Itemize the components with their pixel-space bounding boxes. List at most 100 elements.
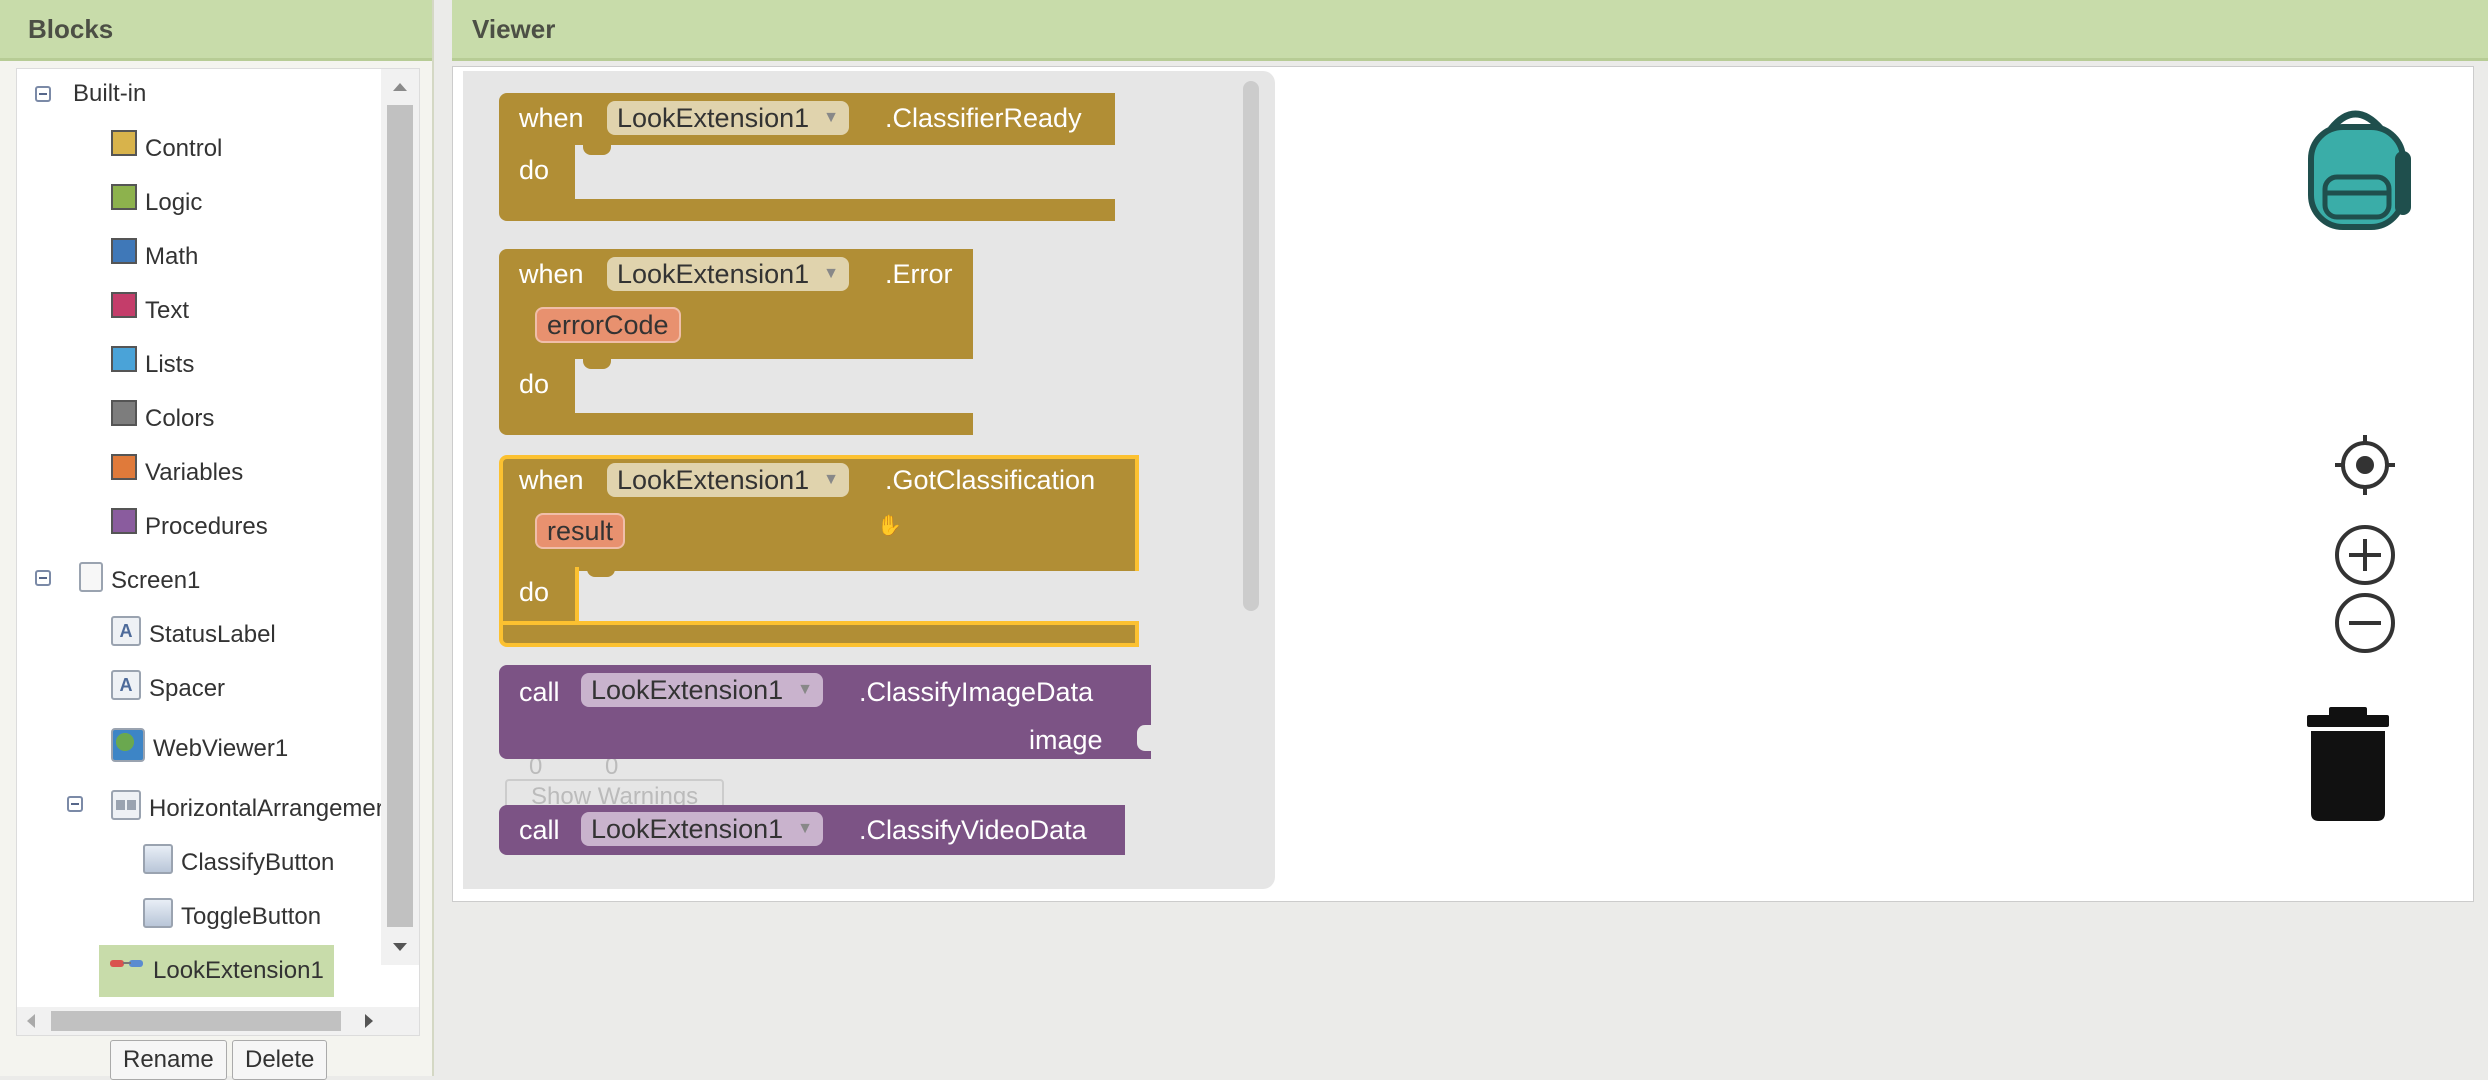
tree-item-lists[interactable]: Lists	[111, 345, 194, 385]
block-notch	[587, 567, 615, 577]
event-block-classifier-ready[interactable]: when LookExtension1 ▼ .ClassifierReady	[499, 93, 1115, 145]
trash-icon[interactable]	[2303, 705, 2393, 825]
component-dropdown[interactable]: LookExtension1 ▼	[581, 812, 823, 846]
event-block-error-body[interactable]: do	[499, 359, 575, 413]
event-block-classifier-ready-bottom[interactable]	[499, 199, 1115, 221]
viewer-title: Viewer	[472, 14, 556, 44]
method-block-classify-image[interactable]: call LookExtension1 ▼ .ClassifyImageData …	[499, 665, 1151, 759]
blocks-tree: Built-in Control Logic Math Text Lists C…	[16, 68, 420, 1036]
event-block-got-classification[interactable]: when LookExtension1 ▼ .GotClassification …	[499, 455, 1139, 571]
tree-horizontal-scrollbar[interactable]	[17, 1007, 419, 1035]
component-dropdown-label: LookExtension1	[591, 674, 784, 705]
lists-color-icon	[111, 346, 137, 372]
block-notch	[583, 145, 611, 155]
tree-item-label: Logic	[145, 189, 203, 216]
button-icon	[143, 844, 173, 874]
procedures-color-icon	[111, 508, 137, 534]
component-dropdown[interactable]: LookExtension1 ▼	[607, 101, 849, 135]
block-keyword: call	[519, 677, 560, 707]
label-icon: A	[111, 670, 141, 700]
param-label: errorCode	[547, 309, 669, 340]
scroll-right-icon[interactable]	[365, 1014, 373, 1028]
scroll-down-icon[interactable]	[393, 943, 407, 951]
blocks-panel: Blocks Built-in Control Logic Math Text …	[0, 0, 434, 1080]
tree-horizontal-scroll-thumb[interactable]	[51, 1011, 341, 1031]
tree-item-label: Text	[145, 297, 190, 324]
scroll-left-icon[interactable]	[27, 1014, 35, 1028]
tree-item-spacer[interactable]: A Spacer	[111, 669, 225, 709]
control-color-icon	[111, 130, 137, 156]
scroll-up-icon[interactable]	[393, 83, 407, 91]
blocks-panel-title: Blocks	[28, 14, 114, 44]
method-name: .ClassifyVideoData	[859, 815, 1087, 845]
dropdown-arrow-icon: ▼	[823, 109, 839, 126]
button-icon	[143, 898, 173, 928]
collapse-screen1-icon[interactable]	[35, 570, 51, 586]
backpack-icon[interactable]	[2285, 93, 2425, 233]
tree-vertical-scrollbar[interactable]	[381, 69, 419, 965]
selection-edge	[575, 567, 579, 621]
dropdown-arrow-icon: ▼	[797, 681, 813, 698]
tree-item-math[interactable]: Math	[111, 237, 198, 277]
variables-color-icon	[111, 454, 137, 480]
tree-item-label: ToggleButton	[181, 903, 322, 930]
tree-item-label: Variables	[145, 459, 244, 486]
tree-item-webviewer1[interactable]: WebViewer1	[111, 728, 288, 769]
dropdown-arrow-icon: ▼	[823, 265, 839, 282]
webviewer-icon	[111, 728, 145, 762]
event-block-error-bottom[interactable]	[499, 413, 973, 435]
result-param[interactable]: result	[535, 513, 626, 549]
component-dropdown-label: LookExtension1	[617, 464, 810, 495]
dropdown-arrow-icon: ▼	[797, 820, 813, 837]
tree-item-statuslabel[interactable]: A StatusLabel	[111, 615, 276, 655]
event-block-classifier-ready-body[interactable]: do	[499, 145, 575, 199]
tree-item-lookextension1[interactable]: LookExtension1	[99, 945, 334, 997]
tree-item-label: StatusLabel	[149, 621, 276, 648]
error-code-param[interactable]: errorCode	[535, 307, 681, 343]
tree-item-label: Lists	[145, 351, 195, 378]
event-block-error[interactable]: when LookExtension1 ▼ .Error errorCode	[499, 249, 973, 359]
tree-item-screen1[interactable]: Screen1	[79, 561, 200, 601]
tree-item-colors[interactable]: Colors	[111, 399, 214, 439]
flyout-scrollbar[interactable]	[1243, 81, 1259, 611]
input-socket[interactable]	[1137, 725, 1151, 751]
block-keyword: call	[519, 815, 560, 845]
hand-cursor-icon: ✋	[877, 515, 902, 537]
logic-color-icon	[111, 184, 137, 210]
tree-item-classifybutton[interactable]: ClassifyButton	[143, 843, 334, 883]
screen-icon	[79, 562, 103, 592]
horizontal-arrangement-icon	[111, 790, 141, 820]
rename-button[interactable]: Rename	[110, 1040, 227, 1080]
tree-item-logic[interactable]: Logic	[111, 183, 202, 223]
tree-item-togglebutton[interactable]: ToggleButton	[143, 897, 321, 937]
tree-item-horizontalarrangement[interactable]: HorizontalArrangemer	[111, 789, 384, 829]
text-color-icon	[111, 292, 137, 318]
event-block-got-classification-body[interactable]: do	[499, 567, 579, 621]
tree-item-label: Control	[145, 135, 223, 162]
collapse-arrangement-icon[interactable]	[67, 796, 83, 812]
tree-item-variables[interactable]: Variables	[111, 453, 243, 493]
component-dropdown[interactable]: LookExtension1 ▼	[607, 463, 849, 497]
tree-item-procedures[interactable]: Procedures	[111, 507, 268, 547]
collapse-builtin-icon[interactable]	[35, 86, 51, 102]
block-keyword: do	[519, 369, 550, 399]
viewer-panel: Viewer when LookExtension1 ▼ .ClassifierR…	[452, 0, 2488, 902]
tree-item-control[interactable]: Control	[111, 129, 222, 169]
blocks-workspace[interactable]: when LookExtension1 ▼ .ClassifierReady do…	[452, 66, 2474, 902]
event-block-got-classification-bottom[interactable]	[499, 621, 1139, 647]
recenter-icon[interactable]	[2333, 433, 2397, 497]
tree-vertical-scroll-thumb[interactable]	[387, 105, 413, 927]
component-dropdown[interactable]: LookExtension1 ▼	[607, 257, 849, 291]
component-dropdown[interactable]: LookExtension1 ▼	[581, 673, 823, 707]
tree-item-label: HorizontalArrangemer	[149, 795, 384, 822]
zoom-out-icon[interactable]	[2333, 591, 2397, 655]
tree-item-text[interactable]: Text	[111, 291, 189, 331]
tree-item-label: Screen1	[111, 567, 201, 594]
tree-item-label: ClassifyButton	[181, 849, 335, 876]
tree-item-builtin[interactable]: Built-in	[73, 74, 146, 114]
zoom-in-icon[interactable]	[2333, 523, 2397, 587]
block-keyword: when	[519, 465, 584, 495]
blocks-flyout[interactable]: when LookExtension1 ▼ .ClassifierReady do…	[463, 71, 1275, 889]
method-block-classify-video[interactable]: call LookExtension1 ▼ .ClassifyVideoData	[499, 805, 1125, 855]
delete-button[interactable]: Delete	[232, 1040, 328, 1080]
